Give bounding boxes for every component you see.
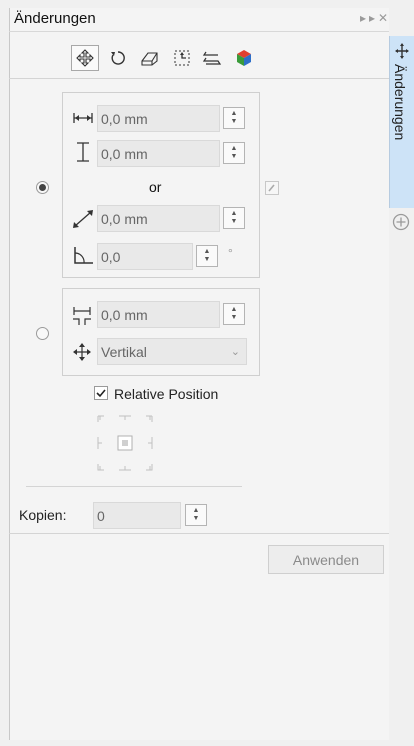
cube-icon — [237, 50, 251, 66]
direction-select-value: Vertikal — [101, 343, 147, 360]
spacing-spinner[interactable]: ▲ ▼ — [223, 303, 245, 325]
expand-icon[interactable]: ▸▸ — [360, 11, 378, 25]
diagonal-icon — [73, 210, 93, 228]
height-spinner[interactable]: ▲ ▼ — [223, 142, 245, 164]
copies-spinner[interactable]: ▲ ▼ — [185, 504, 207, 526]
diagonal-spinner[interactable]: ▲ ▼ — [223, 207, 245, 229]
width-icon — [73, 113, 93, 123]
close-icon[interactable]: ✕ — [378, 11, 391, 25]
toolbar-divider — [9, 78, 389, 79]
diagonal-input[interactable]: 0,0 mm — [97, 205, 220, 232]
radio-offset-mode[interactable] — [36, 327, 49, 340]
panel-left-edge — [9, 8, 10, 740]
angle-spinner[interactable]: ▲ ▼ — [196, 245, 218, 267]
scale-icon — [174, 50, 190, 66]
checkmark-icon — [96, 389, 106, 398]
docker-title: Änderungen — [14, 10, 96, 27]
height-icon — [77, 142, 89, 162]
3d-tool-button[interactable] — [230, 45, 258, 71]
direction-move-icon — [73, 343, 91, 361]
spacing-input[interactable]: 0,0 mm — [97, 301, 220, 328]
copies-label: Kopien: — [19, 507, 67, 523]
skew-icon — [141, 52, 158, 66]
side-tab-label: Änderungen — [392, 64, 408, 141]
chevron-down-icon: ⌄ — [230, 346, 240, 358]
add-docker-icon[interactable] — [392, 213, 410, 231]
position-icon — [76, 49, 94, 67]
direction-select[interactable]: Vertikal ⌄ — [97, 338, 247, 365]
header-divider — [9, 31, 389, 32]
width-spinner[interactable]: ▲ ▼ — [223, 107, 245, 129]
width-input[interactable]: 0,0 mm — [97, 105, 220, 132]
scale-tool-button[interactable] — [168, 45, 196, 71]
angle-unit: ° — [228, 246, 233, 260]
rotate-icon — [111, 51, 125, 65]
spacing-icon — [73, 307, 91, 325]
angle-icon — [74, 247, 93, 264]
docker-header-controls: ▸▸✕ — [360, 11, 391, 25]
side-tab-aenderungen[interactable]: Änderungen — [389, 36, 414, 208]
anchor-grid[interactable] — [94, 412, 156, 474]
section-divider — [26, 486, 242, 487]
position-tool-button[interactable] — [71, 45, 99, 71]
height-input[interactable]: 0,0 mm — [97, 140, 220, 167]
footer-divider — [9, 533, 389, 534]
radio-position-mode[interactable] — [36, 181, 49, 194]
relative-position-checkbox[interactable] — [94, 386, 108, 400]
or-label: or — [149, 179, 162, 195]
apply-button[interactable]: Anwenden — [268, 545, 384, 574]
lock-ratio-icon[interactable] — [265, 181, 279, 195]
relative-position-label: Relative Position — [114, 386, 219, 402]
mirror-tool-button[interactable] — [198, 45, 226, 71]
angle-input[interactable]: 0,0 — [97, 243, 193, 270]
mirror-icon — [202, 51, 222, 65]
transform-move-icon — [395, 43, 409, 59]
rotate-tool-button[interactable] — [104, 45, 132, 71]
copies-input[interactable]: 0 — [93, 502, 181, 529]
skew-tool-button[interactable] — [136, 45, 164, 71]
